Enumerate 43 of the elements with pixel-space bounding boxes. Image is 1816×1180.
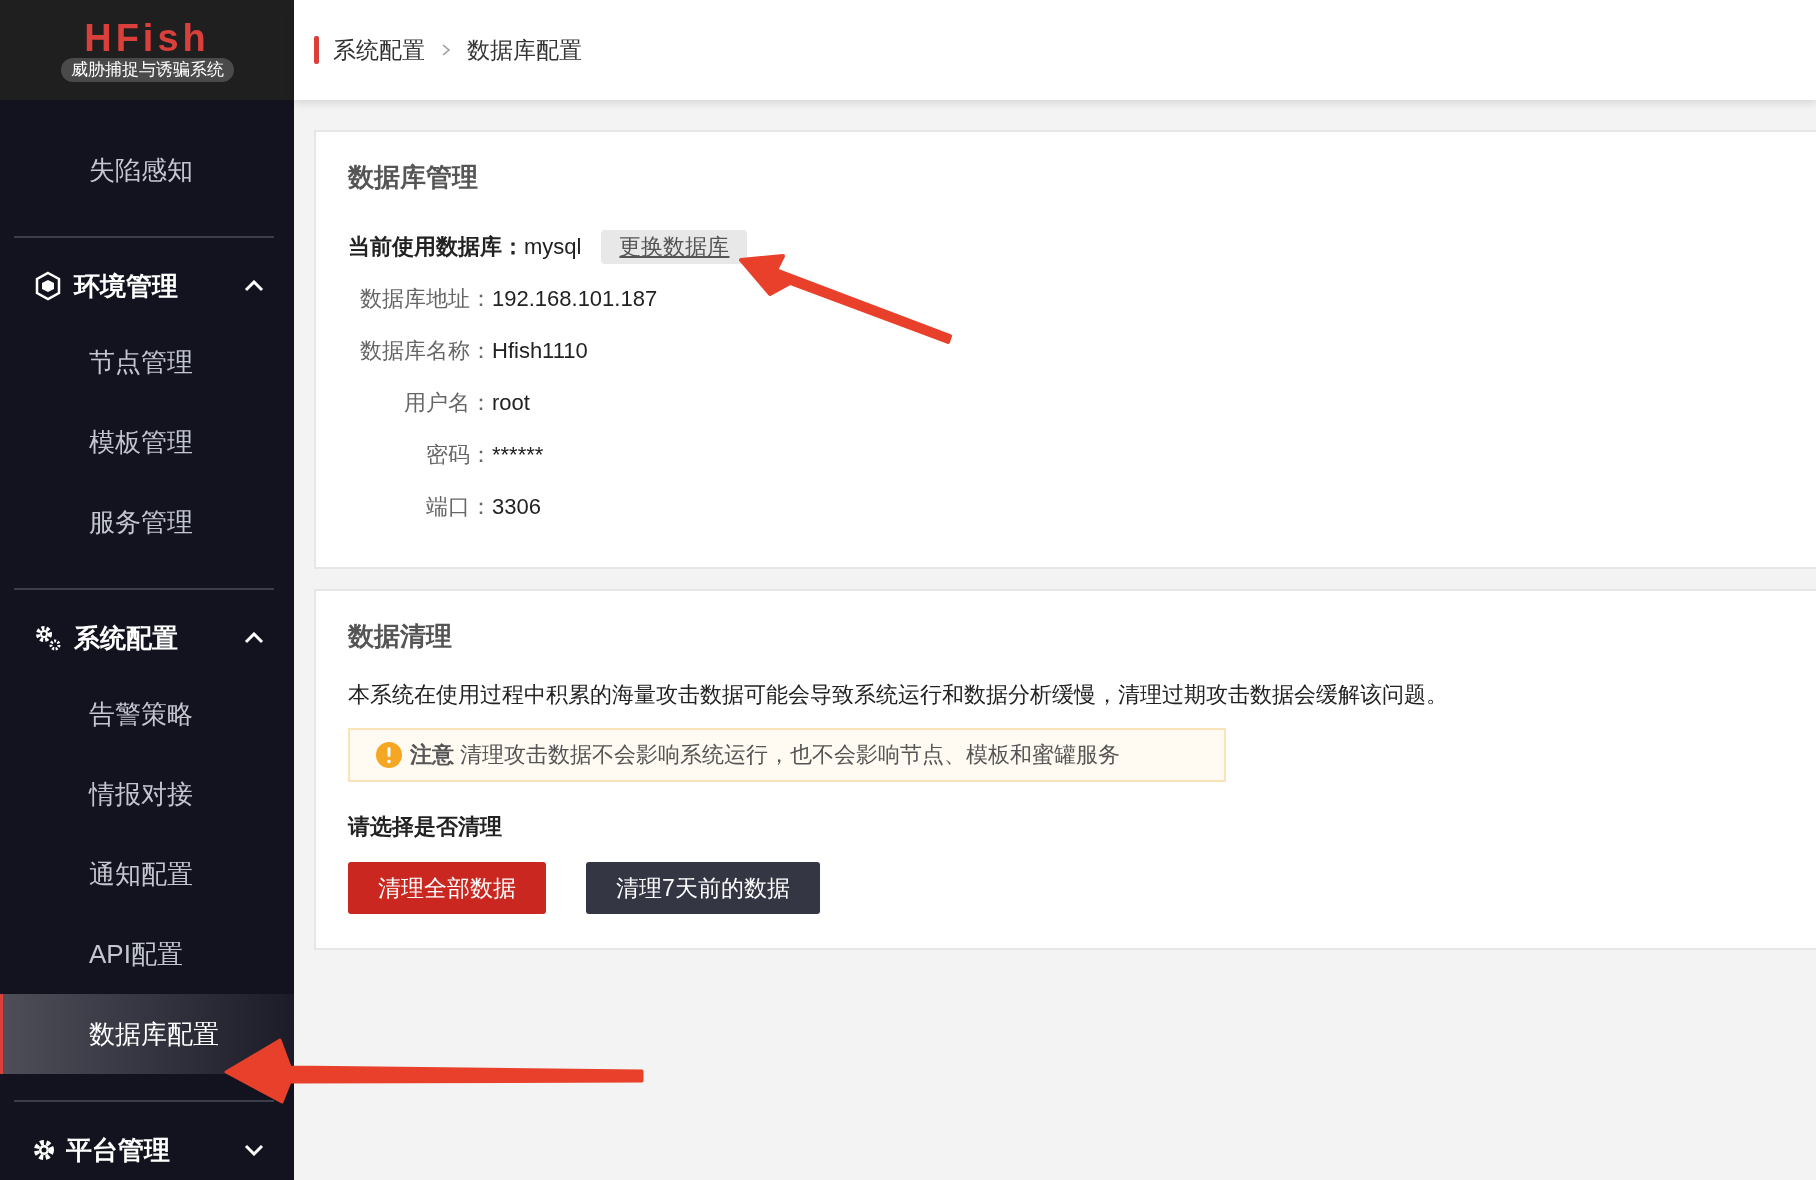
sidebar-item[interactable]: API配置 bbox=[0, 914, 294, 994]
description-text: 本系统在使用过程中积累的海量攻击数据可能会导致系统运行和数据分析缓慢，清理过期攻击数据会缓解该问题。 bbox=[348, 681, 1449, 709]
cleanup-button[interactable]: 清理7天前的数据 bbox=[586, 862, 820, 914]
gear-icon bbox=[34, 623, 62, 653]
field-value: mysql bbox=[524, 234, 582, 260]
sidebar-item[interactable]: 情报对接 bbox=[0, 754, 294, 834]
switch-database-button[interactable]: 更换数据库 bbox=[601, 230, 748, 264]
logo-subtitle: 威胁捕捉与诱骗系统 bbox=[60, 58, 234, 82]
breadcrumb-item[interactable]: 系统配置 bbox=[333, 34, 425, 66]
sidebar-item[interactable]: 通知配置 bbox=[0, 834, 294, 914]
field-value: 192.168.101.187 bbox=[492, 286, 658, 312]
sidebar-group[interactable]: 系统配置 bbox=[0, 602, 294, 674]
sidebar-item[interactable]: 告警策略 bbox=[0, 674, 294, 754]
card-title: 数据清理 bbox=[348, 620, 453, 653]
gear-icon bbox=[34, 1140, 54, 1160]
chevron-down-icon[interactable] bbox=[244, 1144, 264, 1156]
breadcrumb-item: 数据库配置 bbox=[467, 35, 582, 65]
chevron-up-icon[interactable] bbox=[244, 280, 264, 292]
field-label: 密码： bbox=[425, 441, 492, 469]
sidebar-item[interactable]: 节点管理 bbox=[0, 322, 294, 402]
sidebar-item[interactable]: 服务管理 bbox=[0, 482, 294, 562]
hexagon-icon bbox=[34, 271, 62, 301]
field-label: 端口： bbox=[425, 493, 492, 521]
cleanup-button[interactable]: 清理全部数据 bbox=[348, 862, 546, 914]
logo-title: HFish bbox=[84, 18, 210, 58]
field-label: 当前使用数据库： bbox=[348, 233, 524, 261]
field-value: ****** bbox=[492, 442, 544, 468]
field-value: 3306 bbox=[492, 494, 541, 520]
prompt-text: 请选择是否清理 bbox=[348, 813, 503, 841]
card-title: 数据库管理 bbox=[348, 161, 479, 194]
field-label: 用户名： bbox=[403, 389, 492, 417]
field-label: 数据库名称： bbox=[359, 337, 492, 365]
warning-icon bbox=[376, 742, 402, 768]
field-value: root bbox=[492, 390, 530, 416]
notice-text: 注意 清理攻击数据不会影响系统运行，也不会影响节点、模板和蜜罐服务 bbox=[410, 741, 1121, 769]
sidebar-group[interactable]: 环境管理 bbox=[0, 250, 294, 322]
sidebar-item[interactable]: 失陷感知 bbox=[0, 130, 294, 210]
chevron-up-icon[interactable] bbox=[244, 632, 264, 644]
field-label: 数据库地址： bbox=[359, 285, 492, 313]
sidebar-group[interactable]: 平台管理 bbox=[0, 1114, 294, 1180]
accent-bar bbox=[314, 36, 319, 64]
sidebar-item[interactable]: 模板管理 bbox=[0, 402, 294, 482]
field-value: Hfish1110 bbox=[492, 338, 588, 364]
